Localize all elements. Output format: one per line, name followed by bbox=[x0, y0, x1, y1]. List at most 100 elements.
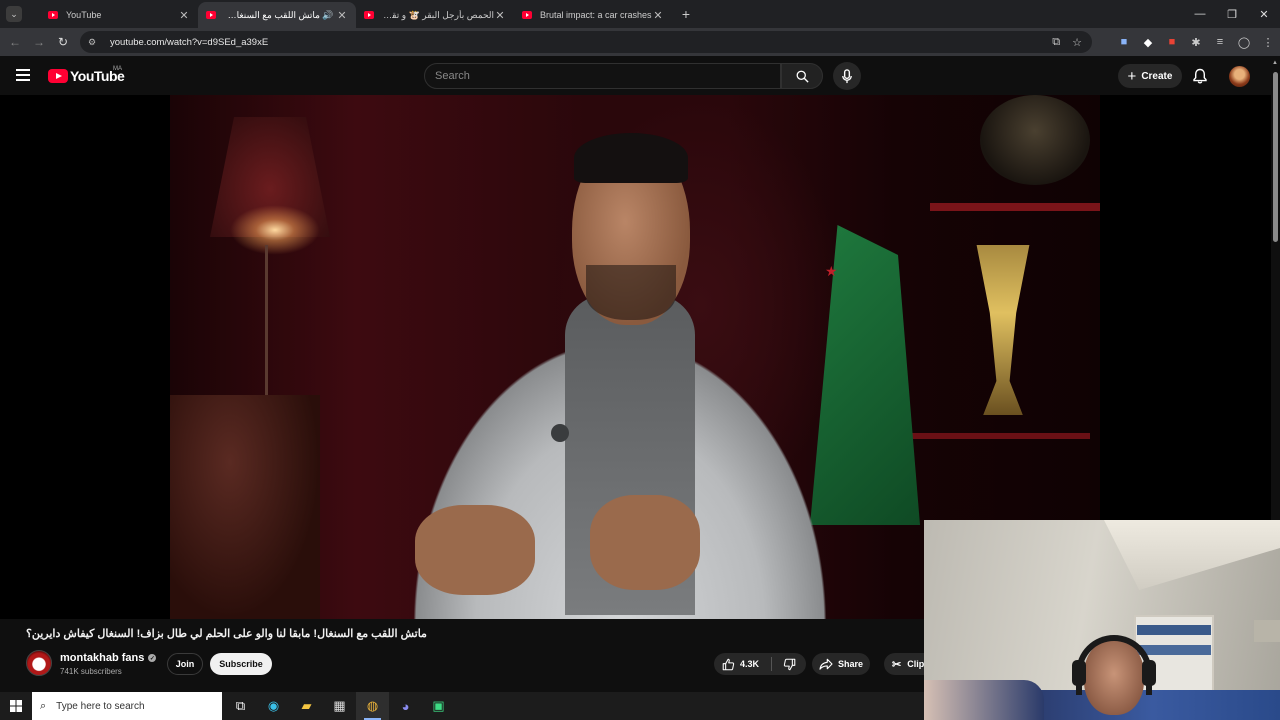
trophy-decor bbox=[976, 245, 1030, 415]
leather-chair bbox=[170, 395, 320, 619]
extensions-area: ■ ◆ ■ ✱ ≡ ◯ ⋮ bbox=[1112, 28, 1280, 56]
webcam-clothes-shelf bbox=[1137, 645, 1211, 655]
share-button[interactable]: Share bbox=[812, 653, 870, 675]
presenter-beard bbox=[586, 265, 676, 320]
presenter-hand-left bbox=[415, 505, 535, 595]
tab-close-icon[interactable]: ✕ bbox=[494, 9, 506, 22]
subscribe-button[interactable]: Subscribe bbox=[210, 653, 272, 675]
join-button[interactable]: Join bbox=[167, 653, 203, 675]
browser-tab-video-2[interactable]: الحمص بأرجل البقر 🐮 و تقليم أظ ✕ bbox=[356, 2, 514, 28]
create-button[interactable]: + Create bbox=[1118, 64, 1182, 88]
globe-decor bbox=[980, 95, 1090, 185]
task-view-icon[interactable]: ⧉ bbox=[224, 692, 257, 720]
webcam-wall-poster bbox=[1254, 620, 1280, 642]
extension-diamond-icon[interactable]: ◆ bbox=[1136, 36, 1160, 49]
close-window-icon[interactable]: ✕ bbox=[1248, 0, 1280, 28]
new-tab-button[interactable]: + bbox=[676, 6, 696, 22]
youtube-favicon-icon bbox=[522, 11, 532, 19]
address-bar[interactable]: ⚙ youtube.com/watch?v=d9SEd_a39xE ⧉ ☆ bbox=[80, 31, 1092, 53]
create-label: Create bbox=[1141, 70, 1173, 82]
browser-tab-strip: ⌄ YouTube ✕ ماتش اللقب مع السنغال! ماي 🔊… bbox=[0, 0, 1280, 28]
webcam-ceiling bbox=[1104, 520, 1280, 590]
plus-icon: + bbox=[1127, 67, 1137, 85]
tab-title: الحمص بأرجل البقر 🐮 و تقليم أظ bbox=[382, 9, 494, 20]
file-explorer-icon[interactable]: ▰ bbox=[290, 692, 323, 720]
translate-extension-icon[interactable]: ■ bbox=[1112, 36, 1136, 48]
tab-close-icon[interactable]: ✕ bbox=[652, 9, 664, 22]
chrome-browser-icon[interactable]: ◍ bbox=[356, 692, 389, 720]
presenter-hand-right bbox=[590, 495, 700, 590]
notifications-bell-icon[interactable] bbox=[1191, 67, 1209, 85]
lamp-glow bbox=[230, 205, 320, 255]
android-studio-icon[interactable]: ▣ bbox=[422, 692, 455, 720]
extension-red-icon[interactable]: ■ bbox=[1160, 36, 1184, 48]
tab-title: Brutal impact: a car crashes bbox=[540, 10, 652, 20]
profile-icon[interactable]: ◯ bbox=[1232, 36, 1256, 49]
windows-taskbar: ⌕ Type here to search ⧉ ◉ ▰ ▦ ◍ ◕ ▣ bbox=[0, 692, 924, 720]
like-count: 4.3K bbox=[740, 659, 760, 669]
browser-tab-youtube[interactable]: YouTube ✕ bbox=[40, 2, 198, 28]
subscriber-count: 741K subscribers bbox=[60, 667, 122, 676]
discord-app-icon[interactable]: ◕ bbox=[389, 692, 422, 720]
youtube-favicon-icon bbox=[48, 11, 58, 19]
headset-earcup-right bbox=[1142, 660, 1156, 686]
minimize-icon[interactable]: — bbox=[1184, 0, 1216, 28]
forward-arrow-icon[interactable]: → bbox=[27, 35, 51, 49]
menu-hamburger-icon[interactable] bbox=[16, 69, 30, 81]
reload-icon[interactable]: ↻ bbox=[51, 35, 75, 49]
country-code: MA bbox=[113, 66, 122, 72]
tab-close-icon[interactable]: ✕ bbox=[336, 9, 348, 22]
media-controls-icon[interactable]: ≡ bbox=[1208, 36, 1232, 48]
presenter-hair bbox=[574, 133, 688, 183]
search-icon bbox=[796, 70, 809, 83]
edge-browser-icon[interactable]: ◉ bbox=[257, 692, 290, 720]
search-button[interactable] bbox=[781, 63, 823, 89]
share-arrow-icon bbox=[819, 658, 833, 670]
search-icon: ⌕ bbox=[40, 699, 47, 712]
microsoft-store-icon[interactable]: ▦ bbox=[323, 692, 356, 720]
search-input[interactable]: Search bbox=[424, 63, 781, 89]
dislike-button[interactable] bbox=[772, 658, 806, 671]
like-dislike-group: 4.3K bbox=[714, 653, 806, 675]
channel-avatar[interactable] bbox=[26, 650, 52, 676]
browser-toolbar: ← → ↻ ⚙ youtube.com/watch?v=d9SEd_a39xE … bbox=[0, 28, 1280, 56]
youtube-logo[interactable]: YouTube MA bbox=[48, 66, 125, 84]
bookmark-star-icon[interactable]: ☆ bbox=[1072, 36, 1082, 49]
hoodie-button bbox=[551, 424, 569, 442]
microphone-icon bbox=[842, 68, 852, 83]
red-shelf bbox=[930, 203, 1100, 211]
install-app-icon[interactable]: ⧉ bbox=[1052, 36, 1060, 49]
thumbs-down-icon bbox=[783, 658, 795, 670]
channel-name-row[interactable]: montakhab fans ✓ bbox=[60, 652, 157, 664]
webcam-clothes-shelf bbox=[1137, 625, 1211, 635]
back-arrow-icon[interactable]: ← bbox=[3, 35, 27, 49]
user-avatar[interactable] bbox=[1229, 66, 1250, 87]
url-text: youtube.com/watch?v=d9SEd_a39xE bbox=[110, 36, 269, 48]
red-shelf-lower bbox=[890, 433, 1090, 439]
youtube-play-logo-icon bbox=[48, 69, 68, 83]
browser-menu-icon[interactable]: ⋮ bbox=[1256, 36, 1280, 49]
restore-icon[interactable]: ❐ bbox=[1216, 0, 1248, 28]
tab-title: YouTube bbox=[66, 10, 102, 20]
scrollbar-thumb[interactable] bbox=[1273, 72, 1278, 242]
voice-search-button[interactable] bbox=[833, 62, 861, 90]
windows-start-button[interactable] bbox=[0, 692, 32, 720]
browser-tab-active-video[interactable]: ماتش اللقب مع السنغال! ماي 🔊 ✕ bbox=[198, 2, 356, 28]
tab-close-icon[interactable]: ✕ bbox=[178, 9, 190, 22]
browser-tab-video-3[interactable]: Brutal impact: a car crashes ✕ bbox=[514, 2, 672, 28]
thumbs-up-icon bbox=[722, 658, 735, 670]
taskbar-search-input[interactable]: ⌕ Type here to search bbox=[32, 692, 222, 720]
like-button[interactable]: 4.3K bbox=[714, 657, 772, 671]
site-info-icon[interactable]: ⚙ bbox=[88, 37, 100, 48]
tab-audio-icon[interactable]: 🔊 bbox=[320, 10, 336, 21]
youtube-favicon-icon bbox=[206, 11, 216, 19]
omnibox-actions: ⧉ ☆ bbox=[1052, 36, 1092, 49]
taskbar-search-placeholder: Type here to search bbox=[56, 700, 145, 712]
scissors-icon: ✂ bbox=[892, 658, 902, 671]
scroll-up-arrow-icon[interactable]: ▲ bbox=[1272, 60, 1278, 66]
webcam-blue-blanket bbox=[1024, 690, 1280, 720]
tab-search-button[interactable]: ⌄ bbox=[6, 6, 22, 22]
webcam-overlay bbox=[924, 520, 1280, 720]
extensions-puzzle-icon[interactable]: ✱ bbox=[1184, 36, 1208, 49]
channel-name[interactable]: montakhab fans bbox=[60, 652, 144, 664]
